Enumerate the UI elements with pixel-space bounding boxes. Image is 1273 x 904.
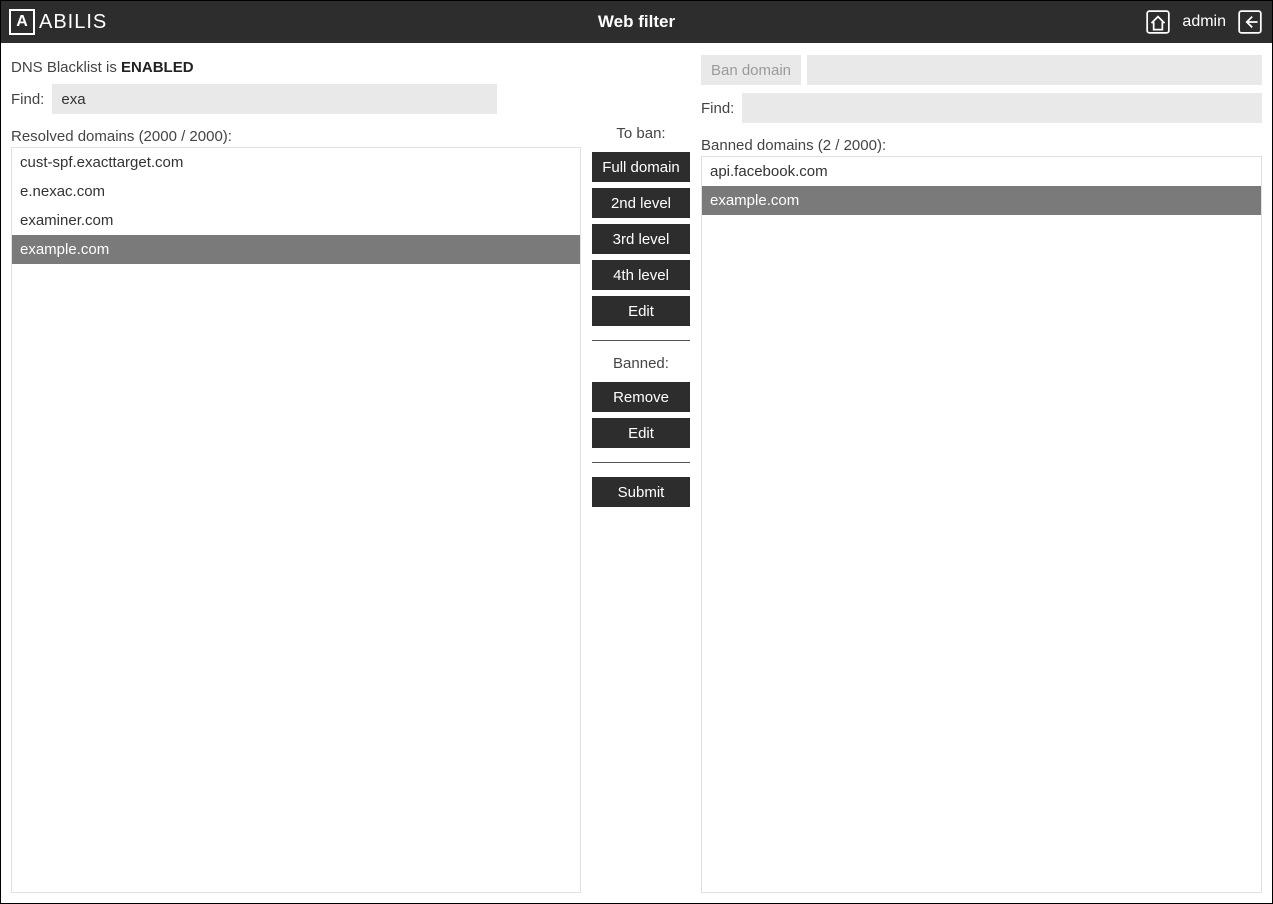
- app-header: A ABILIS Web filter admin: [1, 1, 1272, 43]
- banned-section-label: Banned:: [613, 355, 669, 372]
- submit-button[interactable]: Submit: [592, 477, 690, 507]
- blacklist-status: DNS Blacklist is ENABLED: [11, 53, 581, 76]
- banned-remove-button[interactable]: Remove: [592, 382, 690, 412]
- current-user: admin: [1182, 13, 1226, 31]
- to-ban-label: To ban:: [616, 125, 665, 142]
- logout-icon[interactable]: [1236, 8, 1264, 36]
- ban-full-domain-button[interactable]: Full domain: [592, 152, 690, 182]
- resolved-domain-item[interactable]: cust-spf.exacttarget.com: [12, 148, 580, 177]
- resolved-list-label: Resolved domains (2000 / 2000):: [11, 128, 581, 145]
- home-icon[interactable]: [1144, 8, 1172, 36]
- ban-3rd-level-button[interactable]: 3rd level: [592, 224, 690, 254]
- ban-domain-button[interactable]: Ban domain: [701, 55, 801, 85]
- brand-logo-icon: A: [9, 9, 35, 35]
- ban-domain-input[interactable]: [807, 55, 1262, 85]
- divider: [592, 462, 690, 463]
- resolved-domain-item[interactable]: e.nexac.com: [12, 177, 580, 206]
- banned-edit-button[interactable]: Edit: [592, 418, 690, 448]
- brand: A ABILIS: [9, 9, 107, 35]
- resolved-domain-item[interactable]: examiner.com: [12, 206, 580, 235]
- page-title: Web filter: [598, 12, 675, 32]
- banned-list-label: Banned domains (2 / 2000):: [701, 137, 1262, 154]
- ban-edit-button[interactable]: Edit: [592, 296, 690, 326]
- banned-domain-item[interactable]: api.facebook.com: [702, 157, 1261, 186]
- ban-4th-level-button[interactable]: 4th level: [592, 260, 690, 290]
- banned-find-label: Find:: [701, 100, 734, 117]
- ban-2nd-level-button[interactable]: 2nd level: [592, 188, 690, 218]
- resolved-find-input[interactable]: [52, 84, 497, 114]
- resolved-domains-list[interactable]: cust-spf.exacttarget.come.nexac.comexami…: [11, 147, 581, 893]
- banned-domains-list[interactable]: api.facebook.comexample.com: [701, 156, 1262, 893]
- banned-find-input[interactable]: [742, 93, 1262, 123]
- brand-name: ABILIS: [39, 11, 107, 34]
- resolved-find-label: Find:: [11, 91, 44, 108]
- resolved-domain-item[interactable]: example.com: [12, 235, 580, 264]
- divider: [592, 340, 690, 341]
- banned-domain-item[interactable]: example.com: [702, 186, 1261, 215]
